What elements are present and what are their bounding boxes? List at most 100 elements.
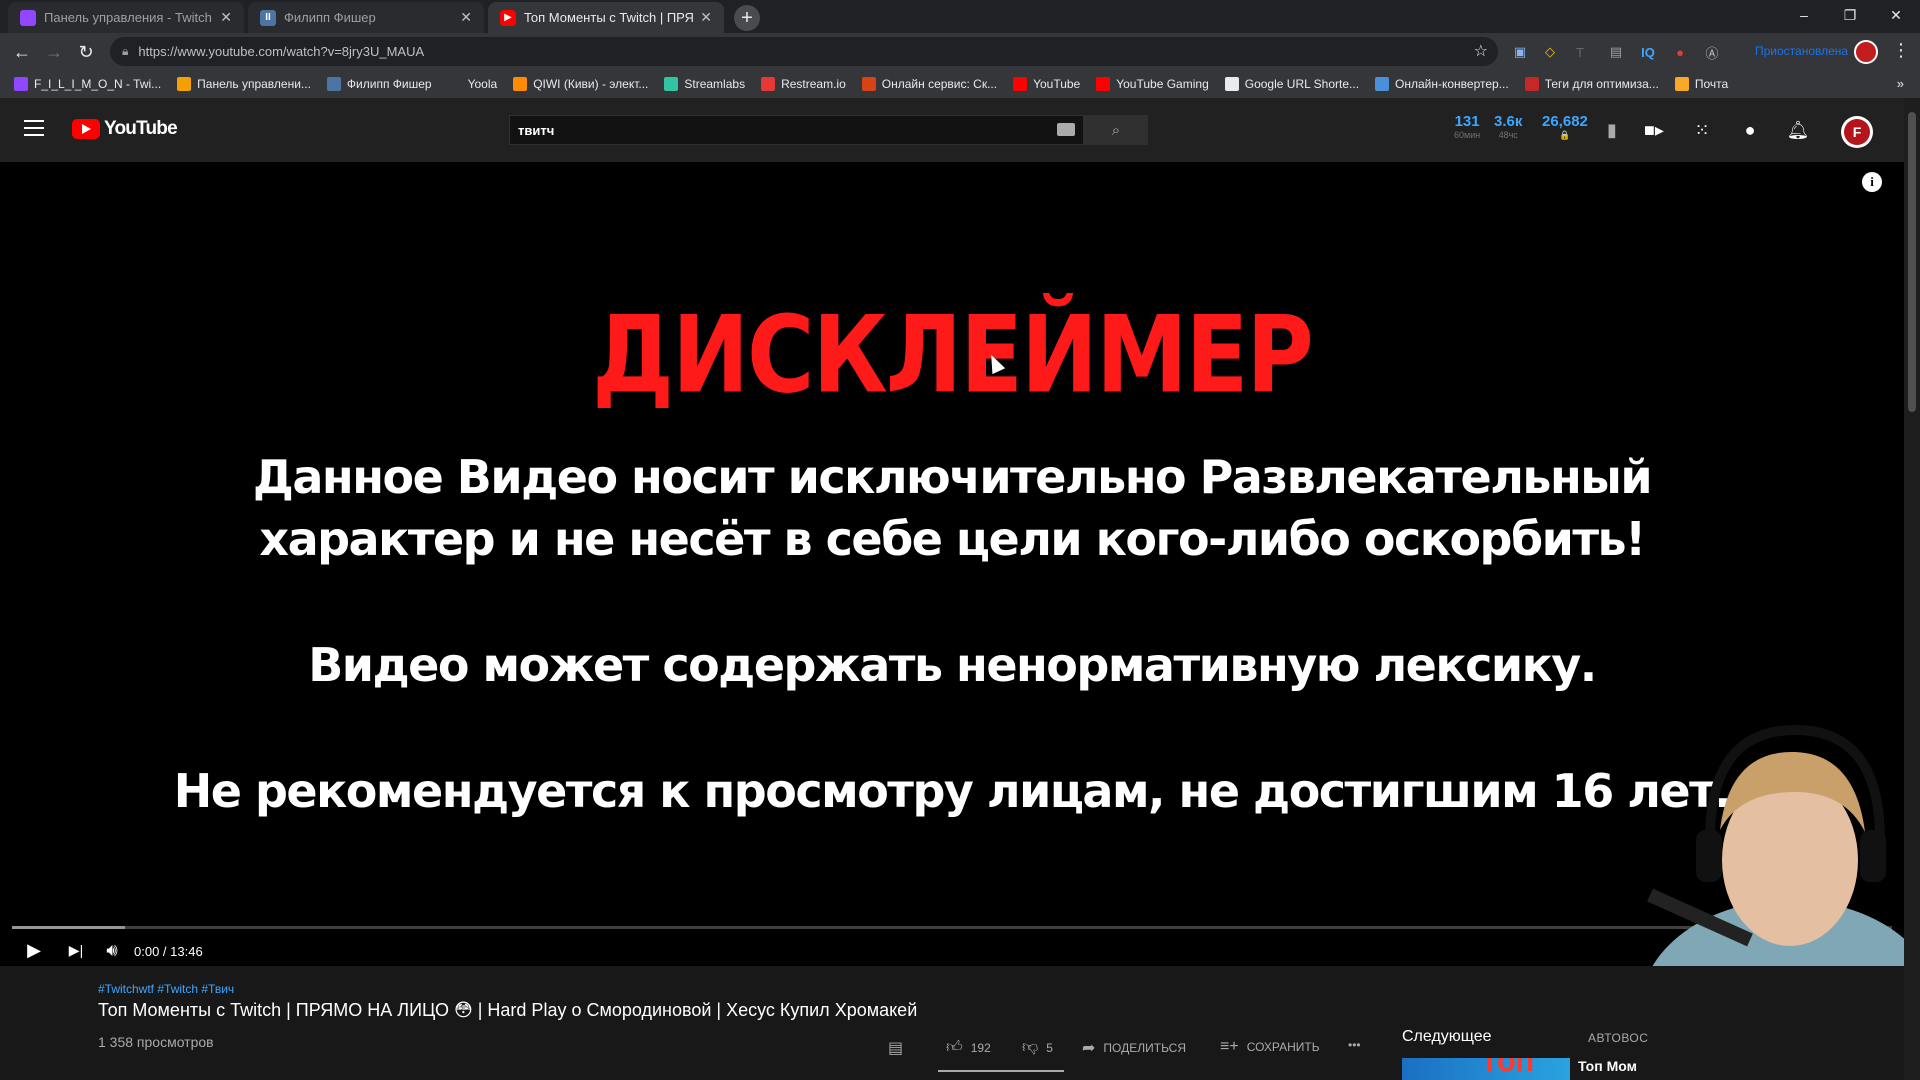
thumbnail-text: ТОП (1482, 1058, 1535, 1077)
bookmark-item[interactable]: Google URL Shorte... (1224, 77, 1359, 91)
messages-icon[interactable]: ● (1738, 118, 1762, 142)
stat-sub: 🔒 (1559, 130, 1571, 140)
bookmark-item[interactable]: Онлайн сервис: Ск... (861, 77, 997, 91)
tag-extension-icon[interactable]: T (1570, 42, 1590, 62)
twitch-favicon-icon (20, 9, 36, 26)
thumbs-up-icon: 👍︎ (946, 1039, 963, 1056)
scrollbar-thumb[interactable] (1908, 112, 1916, 412)
address-bar[interactable]: 🔒︎ https://www.youtube.com/watch?v=8jry3… (110, 37, 1498, 66)
search-input[interactable]: твитч (509, 115, 1084, 145)
bookmark-item[interactable]: Streamlabs (664, 77, 745, 91)
bookmark-item[interactable]: Онлайн-конвертер... (1375, 77, 1509, 91)
next-video-thumbnail[interactable]: ТОП (1402, 1058, 1570, 1080)
video-hashtags[interactable]: #Twitchwtf #Twitch #Твич (98, 982, 234, 996)
adblock-extension-icon[interactable]: ● (1670, 42, 1690, 62)
like-button[interactable]: 👍︎ 192 (946, 1038, 991, 1057)
bookmark-item[interactable]: Restream.io (761, 77, 846, 91)
up-next-label: Следующее (1402, 1028, 1492, 1045)
account-extension-icon[interactable]: Ⓐ (1702, 42, 1722, 62)
autoplay-label[interactable]: АВТОВОС (1588, 1031, 1648, 1045)
reload-icon[interactable]: ↻ (72, 38, 100, 66)
bookmark-label: YouTube (1033, 77, 1081, 91)
progress-bar[interactable] (12, 926, 1892, 929)
browser-tab[interactable]: II Филипп Фишер ✕ (248, 2, 484, 33)
video-player[interactable]: i ДИСКЛЕЙМЕР Данное Видео носит исключит… (0, 162, 1904, 966)
new-tab-button[interactable]: + (734, 5, 760, 31)
url-text[interactable]: https://www.youtube.com/watch?v=8jry3U_M… (138, 44, 424, 59)
stat-subscribers: 26,682 🔒 (1542, 113, 1588, 141)
restore-button[interactable]: ❐ (1828, 0, 1872, 30)
disclaimer-line: Данное Видео носит исключительно Развлек… (252, 450, 1653, 504)
browser-tab[interactable]: Панель управления - Twitch ✕ (8, 2, 244, 33)
tab-close-icon[interactable]: ✕ (460, 9, 472, 26)
player-controls: ▶ ▶| 🔊︎ 0:00 / 13:46 (0, 934, 1904, 966)
bookmark-favicon-icon (447, 77, 462, 91)
more-actions-button[interactable]: ••• (1348, 1038, 1361, 1052)
account-avatar[interactable]: F (1841, 116, 1873, 148)
bookmark-label: Почта (1694, 77, 1729, 91)
bookmark-label: Онлайн-конвертер... (1395, 77, 1509, 91)
bookmark-item[interactable]: Филипп Фишер (326, 77, 432, 91)
bookmark-favicon-icon (761, 77, 776, 91)
bookmark-item[interactable]: QIWI (Киви) - элект... (513, 77, 648, 91)
youtube-logo-text: YouTube (104, 118, 178, 139)
bookmark-item[interactable]: F_I_L_I_M_O_N - Twi... (14, 77, 161, 91)
bookmark-label: Филипп Фишер (346, 77, 432, 91)
notifications-bell-icon[interactable]: 🔔︎ (1786, 118, 1810, 142)
bookmarks-overflow-icon[interactable]: » (1897, 76, 1904, 91)
minimize-button[interactable]: – (1782, 0, 1826, 30)
info-icon[interactable]: i (1862, 172, 1882, 192)
vidiq-extension-icon[interactable]: IQ (1638, 42, 1658, 62)
back-arrow-icon[interactable]: ← (8, 38, 36, 66)
bookmark-item[interactable]: YouTube Gaming (1096, 77, 1209, 91)
browser-menu-icon[interactable]: ⋮ (1892, 40, 1910, 61)
share-button[interactable]: ➦ ПОДЕЛИТЬСЯ (1082, 1038, 1186, 1058)
browser-tab-active[interactable]: ▶ Топ Моменты с Twitch | ПРЯМО ✕ (488, 2, 724, 33)
bookmark-item[interactable]: Почта (1674, 77, 1729, 91)
stat-48h: 3.6к 48чс (1494, 113, 1522, 140)
next-video-icon[interactable]: ▶| (62, 938, 90, 962)
paused-sync-label[interactable]: Приостановлена (1755, 44, 1848, 58)
off-extension-icon[interactable]: ▤ (1606, 42, 1626, 62)
disclaimer-line: характер и не несёт в себе цели кого-либ… (259, 512, 1646, 566)
save-button[interactable]: ≡+ СОХРАНИТЬ (1220, 1038, 1320, 1056)
tab-close-icon[interactable]: ✕ (220, 9, 232, 26)
view-count: 1 358 просмотров (98, 1034, 214, 1050)
keyboard-icon[interactable] (1057, 123, 1075, 136)
disclaimer-line: Видео может содержать ненормативную лекс… (308, 638, 1597, 692)
search-button[interactable]: ⌕ (1084, 115, 1148, 145)
search-icon: ⌕ (1111, 121, 1121, 139)
menu-hamburger-icon[interactable] (24, 120, 44, 141)
youtube-play-icon (72, 119, 100, 139)
disclaimer-line: Не рекомендуется к просмотру лицам, не д… (173, 764, 1732, 818)
page-scrollbar[interactable] (1904, 98, 1920, 1080)
analytics-icon[interactable]: ▮ (1600, 118, 1624, 142)
coin-extension-icon[interactable]: ◇ (1540, 42, 1560, 62)
play-icon[interactable]: ▶ (20, 938, 48, 962)
tab-close-icon[interactable]: ✕ (700, 9, 712, 26)
like-count: 192 (970, 1040, 991, 1055)
translate-extension-icon[interactable]: ▣ (1510, 42, 1530, 62)
forward-arrow-icon[interactable]: → (40, 38, 68, 66)
dislike-button[interactable]: 👎︎ 5 (1022, 1038, 1053, 1057)
search-query[interactable]: твитч (518, 123, 554, 138)
youtube-logo[interactable]: YouTube (72, 118, 178, 140)
bookmark-favicon-icon (1096, 77, 1111, 91)
bookmark-item[interactable]: YouTube (1013, 77, 1080, 91)
stat-sub: 60мин (1454, 130, 1481, 140)
add-to-playlist-button[interactable]: ▤ (888, 1038, 911, 1058)
create-video-icon[interactable]: ■▸ (1642, 118, 1666, 142)
bookmark-item[interactable]: Теги для оптимиза... (1524, 77, 1659, 91)
volume-icon[interactable]: 🔊︎ (98, 938, 126, 962)
close-window-button[interactable]: ✕ (1874, 0, 1918, 30)
next-video-title[interactable]: Топ Мом (1578, 1058, 1637, 1074)
stat-sub: 48чс (1498, 130, 1518, 140)
bookmark-favicon-icon (177, 77, 192, 91)
profile-avatar-icon[interactable] (1854, 40, 1878, 64)
browser-toolbar: ← → ↻ 🔒︎ https://www.youtube.com/watch?v… (0, 33, 1920, 70)
bookmark-favicon-icon (14, 77, 28, 91)
bookmark-star-icon[interactable]: ☆ (1474, 41, 1488, 61)
bookmark-item[interactable]: Yoola (447, 77, 497, 91)
bookmark-item[interactable]: Панель управлени... (177, 77, 311, 91)
apps-grid-icon[interactable]: ⁙ (1690, 118, 1714, 142)
